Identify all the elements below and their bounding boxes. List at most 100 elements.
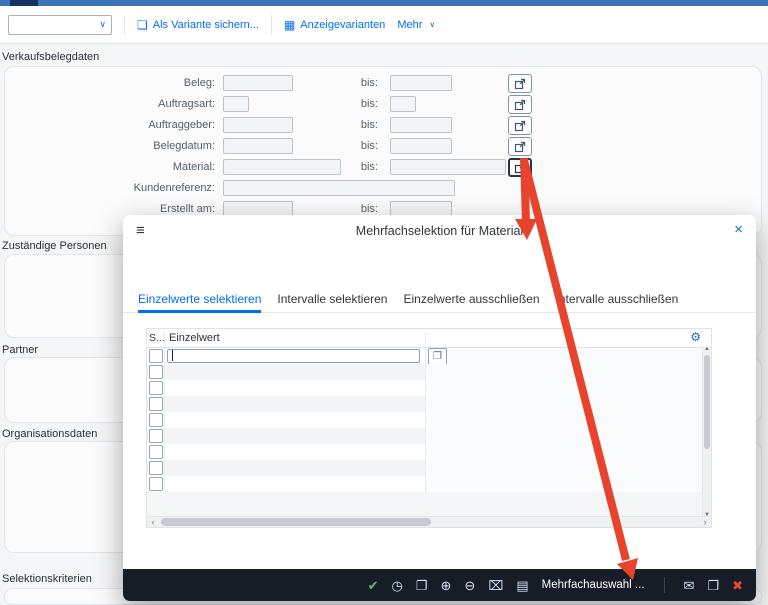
selection-options-icon[interactable]: ◷ <box>392 579 403 592</box>
row-rest-cell <box>426 476 711 492</box>
belegdatum-multiselect-button[interactable] <box>508 137 532 156</box>
row-value-cell <box>165 348 426 364</box>
beleg-multiselect-button[interactable] <box>508 74 532 93</box>
row-select-checkbox[interactable] <box>149 477 163 491</box>
variant-combobox[interactable]: ∨ <box>8 15 112 35</box>
bis-label: bis: <box>348 203 378 215</box>
section-title-partner: Partner <box>2 344 38 356</box>
material-to-input[interactable] <box>390 159 506 175</box>
vertical-scrollbar[interactable]: ▲ ▼ <box>702 347 711 517</box>
single-values-table: S... Einzelwert ⚙ ❐ ▲ ▼ <box>146 328 712 528</box>
mehrfachauswahl-button[interactable]: Mehrfachauswahl ... <box>542 579 645 591</box>
row-select-checkbox[interactable] <box>149 413 163 427</box>
close-icon[interactable]: × <box>734 221 743 238</box>
row-select-checkbox[interactable] <box>149 461 163 475</box>
display-variants-label: Anzeigevarianten <box>300 19 385 31</box>
tab-label: Intervalle selektieren <box>277 292 387 306</box>
copy-icon[interactable]: ❐ <box>707 579 719 592</box>
row-rest-cell <box>426 412 711 428</box>
einzelwert-input[interactable] <box>167 349 420 363</box>
row-value-cell[interactable] <box>165 476 426 492</box>
field-label: Erstellt am: <box>0 203 215 215</box>
row-status-cell <box>147 428 165 444</box>
comment-icon[interactable]: ✉ <box>684 579 695 592</box>
scroll-right-icon[interactable]: › <box>699 517 711 527</box>
column-header-status: S... <box>147 332 165 344</box>
insert-row-icon[interactable]: ⊕ <box>441 579 452 592</box>
row-status-cell <box>147 396 165 412</box>
kundenreferenz-input[interactable] <box>223 180 455 196</box>
tab-intervalle-ausschliessen[interactable]: Intervalle ausschließen <box>556 285 679 312</box>
row-value-cell[interactable] <box>165 380 426 396</box>
vertical-scroll-thumb[interactable] <box>704 355 710 449</box>
belegdatum-to-input[interactable] <box>390 138 452 154</box>
form-row-beleg: Beleg: bis: <box>0 75 768 93</box>
tab-einzelwerte-selektieren[interactable]: Einzelwerte selektieren <box>138 285 261 312</box>
delete-all-icon[interactable]: ⌧ <box>488 579 503 592</box>
horizontal-scroll-thumb[interactable] <box>161 518 431 526</box>
tab-einzelwerte-ausschliessen[interactable]: Einzelwerte ausschließen <box>403 285 539 312</box>
column-header-einzelwert: Einzelwert <box>165 332 426 344</box>
worklist-icon[interactable]: ▤ <box>516 579 528 592</box>
bis-label: bis: <box>348 98 378 110</box>
horizontal-scroll-track[interactable] <box>159 517 699 527</box>
scroll-left-icon[interactable]: ‹ <box>147 517 159 527</box>
dialog-header: ≡ Mehrfachselektion für Material × <box>123 215 756 249</box>
save-variant-label: Als Variante sichern... <box>153 19 259 31</box>
auftragsart-to-input[interactable] <box>390 96 416 112</box>
material-multiselect-button[interactable] <box>508 158 532 177</box>
gear-icon[interactable]: ⚙ <box>690 330 701 344</box>
more-menu-button[interactable]: Mehr ∨ <box>397 19 435 31</box>
row-rest-cell <box>426 460 711 476</box>
chevron-down-icon: ∨ <box>99 19 106 30</box>
beleg-to-input[interactable] <box>390 75 452 91</box>
scroll-up-icon[interactable]: ▲ <box>703 346 711 352</box>
auftragsart-from-input[interactable] <box>223 96 249 112</box>
table-row <box>147 428 711 444</box>
row-value-cell[interactable] <box>165 444 426 460</box>
row-rest-cell <box>426 428 711 444</box>
section-title-persons: Zuständige Personen <box>2 240 107 252</box>
tab-label: Intervalle ausschließen <box>556 292 679 306</box>
more-label: Mehr <box>397 19 422 31</box>
auftraggeber-multiselect-button[interactable] <box>508 116 532 135</box>
auftraggeber-from-input[interactable] <box>223 117 293 133</box>
row-status-cell <box>147 412 165 428</box>
row-value-cell[interactable] <box>165 460 426 476</box>
row-value-cell[interactable] <box>165 428 426 444</box>
paste-clipboard-icon[interactable]: ❐ <box>416 579 428 592</box>
save-variant-button[interactable]: ❏ Als Variante sichern... <box>137 19 259 31</box>
beleg-from-input[interactable] <box>223 75 293 91</box>
display-variants-button[interactable]: ▦ Anzeigevarianten <box>284 19 385 31</box>
save-variant-icon: ❏ <box>137 19 148 31</box>
belegdatum-from-input[interactable] <box>223 138 293 154</box>
table-row <box>147 460 711 476</box>
row-status-cell <box>147 476 165 492</box>
row-select-checkbox[interactable] <box>149 381 163 395</box>
row-value-cell[interactable] <box>165 412 426 428</box>
delete-row-icon[interactable]: ⊖ <box>464 579 475 592</box>
bis-label: bis: <box>348 161 378 173</box>
selection-screen-toolbar: ∨ ❏ Als Variante sichern... ▦ Anzeigevar… <box>0 6 768 44</box>
auftraggeber-to-input[interactable] <box>390 117 452 133</box>
row-rest-cell <box>426 364 711 380</box>
footer-icons-left: ✔ ◷ ❐ ⊕ ⊖ ⌧ ▤ <box>368 579 529 592</box>
tab-label: Einzelwerte selektieren <box>138 292 261 306</box>
row-select-checkbox[interactable] <box>149 349 163 363</box>
field-label: Material: <box>0 161 215 173</box>
auftragsart-multiselect-button[interactable] <box>508 95 532 114</box>
row-value-cell[interactable] <box>165 364 426 380</box>
tab-intervalle-selektieren[interactable]: Intervalle selektieren <box>277 285 387 312</box>
accept-icon[interactable]: ✔ <box>368 579 379 592</box>
material-from-input[interactable] <box>223 159 341 175</box>
table-row-active: ❐ <box>147 348 711 364</box>
row-select-checkbox[interactable] <box>149 365 163 379</box>
cancel-icon[interactable]: ✖ <box>732 579 743 592</box>
row-select-checkbox[interactable] <box>149 445 163 459</box>
row-select-checkbox[interactable] <box>149 429 163 443</box>
multiselection-dialog: ≡ Mehrfachselektion für Material × Einze… <box>123 215 756 601</box>
value-help-paste-button[interactable]: ❐ <box>428 348 447 365</box>
row-value-cell[interactable] <box>165 396 426 412</box>
horizontal-scrollbar[interactable]: ‹ › <box>147 516 711 527</box>
row-select-checkbox[interactable] <box>149 397 163 411</box>
